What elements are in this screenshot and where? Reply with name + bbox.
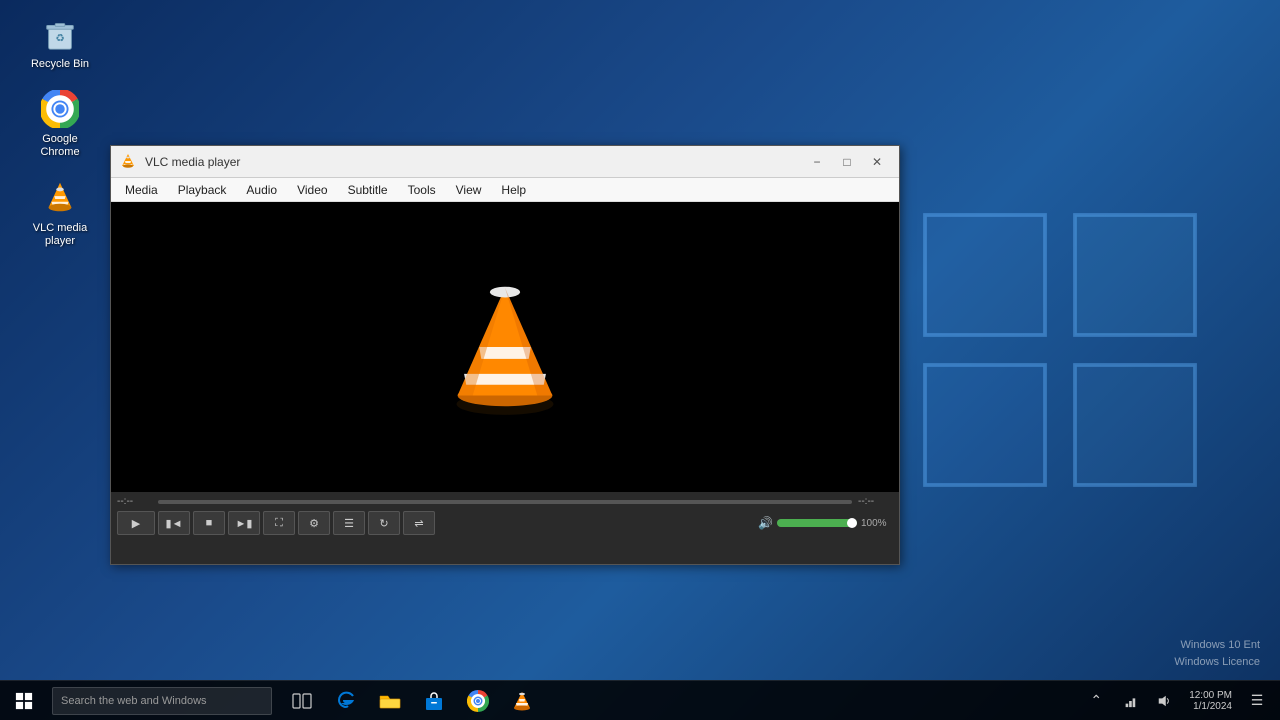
taskbar-volume-icon[interactable] <box>1149 686 1179 716</box>
taskbar-notification-icon[interactable]: ☰ <box>1242 686 1272 716</box>
mixer-button[interactable]: ⚙ <box>298 511 330 535</box>
start-button[interactable] <box>0 681 48 720</box>
next-button[interactable]: ►▮ <box>228 511 260 535</box>
vlc-window-controls: − □ ✕ <box>803 151 891 173</box>
taskbar-search[interactable] <box>52 687 272 715</box>
taskbar-clock[interactable]: 12:00 PM 1/1/2024 <box>1183 690 1238 712</box>
taskbar-vlc[interactable] <box>500 681 544 720</box>
vlc-video-area <box>111 202 899 492</box>
menu-help[interactable]: Help <box>491 178 536 201</box>
maximize-button[interactable]: □ <box>833 151 861 173</box>
taskbar-edge[interactable] <box>324 681 368 720</box>
win10-line1: Windows 10 Ent <box>1174 637 1260 654</box>
taskbar-chevron[interactable]: ⌃ <box>1081 686 1111 716</box>
menu-subtitle[interactable]: Subtitle <box>338 178 398 201</box>
playlist-button[interactable]: ☰ <box>333 511 365 535</box>
menu-playback[interactable]: Playback <box>168 178 237 201</box>
vlc-time-right: --:-- <box>858 496 893 507</box>
random-button[interactable]: ⇌ <box>403 511 435 535</box>
fullscreen-button[interactable]: ⛶ <box>263 511 295 535</box>
menu-audio[interactable]: Audio <box>236 178 287 201</box>
play-button[interactable]: ▶ <box>117 511 155 535</box>
menu-view[interactable]: View <box>446 178 492 201</box>
close-button[interactable]: ✕ <box>863 151 891 173</box>
search-input[interactable] <box>61 695 263 707</box>
vlc-controls: --:-- --:-- ▶ ▮◄ ■ ►▮ ⛶ ⚙ ☰ ↻ ⇌ 🔊 <box>111 492 899 564</box>
win10-line2: Windows Licence <box>1174 654 1260 671</box>
taskbar-right: ⌃ 12:00 PM 1/1/2024 <box>1081 686 1280 716</box>
vlc-cone-logo <box>435 277 575 417</box>
google-chrome-icon[interactable]: Google Chrome <box>20 85 100 163</box>
recycle-bin-icon[interactable]: ♻ Recycle Bin <box>20 10 100 75</box>
svg-text:♻: ♻ <box>55 34 64 45</box>
volume-icon: 🔊 <box>758 516 773 530</box>
desktop-icons: ♻ Recycle Bin <box>20 10 100 252</box>
menu-media[interactable]: Media <box>115 178 168 201</box>
vlc-volume-fill <box>777 519 857 527</box>
vlc-volume-bar[interactable] <box>777 519 857 527</box>
taskbar-apps <box>280 681 544 720</box>
vlc-buttons-row: ▶ ▮◄ ■ ►▮ ⛶ ⚙ ☰ ↻ ⇌ 🔊 100% <box>117 511 893 535</box>
menu-tools[interactable]: Tools <box>398 178 446 201</box>
menu-video[interactable]: Video <box>287 178 337 201</box>
vlc-volume-label: 100% <box>861 518 893 529</box>
chrome-label: Google Chrome <box>24 133 96 159</box>
win10-watermark: Windows 10 Ent Windows Licence <box>1174 637 1260 670</box>
recycle-bin-image: ♻ <box>40 14 80 54</box>
taskbar-network-icon[interactable] <box>1115 686 1145 716</box>
vlc-desktop-image <box>40 178 80 218</box>
recycle-bin-label: Recycle Bin <box>31 58 89 71</box>
taskbar-task-view[interactable] <box>280 681 324 720</box>
vlc-volume-handle <box>847 518 857 528</box>
stop-button[interactable]: ■ <box>193 511 225 535</box>
vlc-titlebar: VLC media player − □ ✕ <box>111 146 899 178</box>
vlc-menubar: Media Playback Audio Video Subtitle Tool… <box>111 178 899 202</box>
windows-logo-watermark <box>900 200 1220 500</box>
vlc-desktop-icon[interactable]: VLC media player <box>20 174 100 252</box>
desktop: ♻ Recycle Bin <box>0 0 1280 720</box>
chrome-image <box>40 89 80 129</box>
vlc-progress-bar[interactable] <box>158 500 852 504</box>
prev-button[interactable]: ▮◄ <box>158 511 190 535</box>
vlc-volume-section: 🔊 100% <box>758 516 893 530</box>
taskbar-store[interactable] <box>412 681 456 720</box>
taskbar: ⌃ 12:00 PM 1/1/2024 <box>0 680 1280 720</box>
minimize-button[interactable]: − <box>803 151 831 173</box>
vlc-window: VLC media player − □ ✕ Media Playback Au… <box>110 145 900 565</box>
taskbar-date: 1/1/2024 <box>1193 701 1232 712</box>
vlc-desktop-label: VLC media player <box>24 222 96 248</box>
vlc-title-text: VLC media player <box>145 155 803 169</box>
taskbar-time: 12:00 PM <box>1189 690 1232 701</box>
taskbar-file-explorer[interactable] <box>368 681 412 720</box>
vlc-progress-row: --:-- --:-- <box>117 496 893 507</box>
taskbar-chrome[interactable] <box>456 681 500 720</box>
vlc-time-left: --:-- <box>117 496 152 507</box>
loop-button[interactable]: ↻ <box>368 511 400 535</box>
vlc-title-icon <box>119 153 137 171</box>
